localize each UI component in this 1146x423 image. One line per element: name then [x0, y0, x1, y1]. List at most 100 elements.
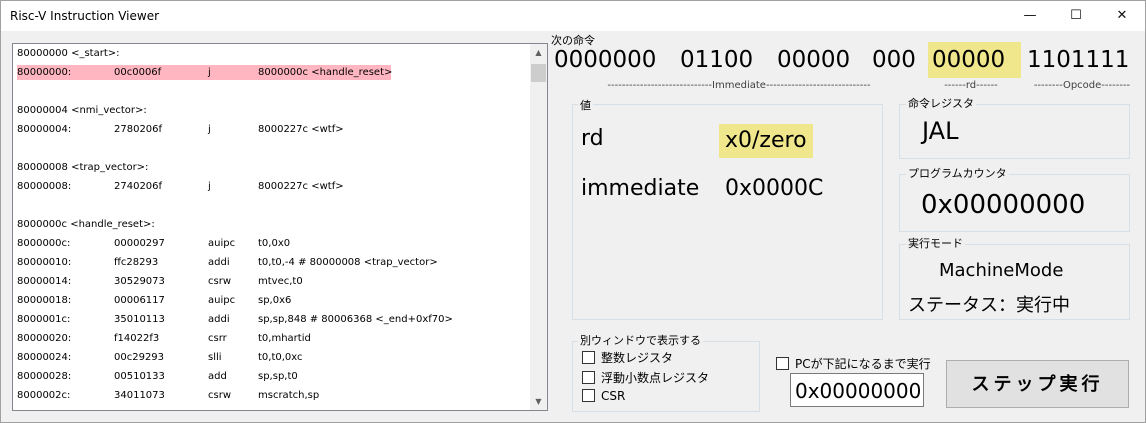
exec-mode-value: MachineMode [939, 260, 1064, 281]
hex-cell: 00510133 [114, 371, 165, 382]
bits-rs1: 00000 [777, 47, 851, 73]
checkbox-box[interactable] [582, 371, 595, 384]
mnemonic-cell: addi [208, 314, 230, 325]
symbol-label: 80000004 <nmi_vector>: [17, 105, 147, 116]
instruction-register-value: JAL [922, 117, 959, 145]
immediate-key: immediate [581, 176, 700, 201]
maximize-button[interactable]: ☐ [1053, 1, 1099, 31]
scroll-up-icon[interactable]: ▲ [530, 44, 547, 61]
mnemonic-cell: auipc [208, 295, 236, 306]
mnemonic-cell: j [208, 124, 211, 135]
operands-cell: 8000000c <handle_reset> [258, 67, 393, 78]
checkbox-box[interactable] [582, 389, 595, 402]
scroll-down-icon[interactable]: ▼ [530, 393, 547, 410]
mnemonic-cell: csrw [208, 276, 231, 287]
app-window: Risc-V Instruction Viewer — ☐ ✕ 80000000… [0, 0, 1146, 423]
minimize-button[interactable]: — [1007, 1, 1053, 31]
title-bar: Risc-V Instruction Viewer — ☐ ✕ [1, 1, 1145, 31]
address-cell: 80000014: [17, 276, 72, 287]
bits-rs2: 01100 [680, 47, 754, 73]
instruction-row[interactable]: 8000002c: 34011073 csrw mscratch,sp [13, 386, 530, 405]
operands-cell: t0,t0,0xc [258, 352, 303, 363]
operands-cell: sp,sp,t0 [258, 371, 298, 382]
instruction-row[interactable]: 80000014: 30529073 csrw mtvec,t0 [13, 272, 530, 291]
operands-cell: mtvec,t0 [258, 276, 303, 287]
csr-checkbox[interactable]: CSR [582, 389, 625, 403]
bits-rd: 00000 [928, 42, 1021, 78]
hex-cell: 00000297 [114, 238, 165, 249]
blank-row[interactable] [13, 139, 530, 158]
hex-cell: 30529073 [114, 276, 165, 287]
instruction-row[interactable]: 80000004: 2780206f j 8000227c <wtf> [13, 120, 530, 139]
hex-cell: 2780206f [114, 124, 163, 135]
label-row[interactable]: 80000008 <trap_vector>: [13, 158, 530, 177]
mnemonic-cell: slli [208, 352, 222, 363]
mnemonic-cell: j [208, 181, 211, 192]
instruction-row[interactable]: 80000000: 00c0006f j 8000000c <handle_reset… [13, 63, 530, 82]
blank-row[interactable] [13, 196, 530, 215]
address-cell: 80000020: [17, 333, 72, 344]
address-cell: 80000024: [17, 352, 72, 363]
run-until-pc-label: PCが下記になるまで実行 [795, 357, 931, 371]
float-register-label: 浮動小数点レジスタ [601, 371, 710, 385]
label-row[interactable]: 80000000 <_start>: [13, 44, 530, 63]
address-cell: 80000004: [17, 124, 72, 135]
mnemonic-cell: j [208, 67, 211, 78]
bits-funct3: 000 [872, 47, 916, 73]
label-row[interactable]: 8000000c <handle_reset>: [13, 215, 530, 234]
instruction-register-label: 命令レジスタ [906, 95, 976, 111]
instruction-row[interactable]: 8000000c: 00000297 auipc t0,0x0 [13, 234, 530, 253]
instruction-row[interactable]: 8000001c: 35010113 addi sp,sp,848 # 8000636… [13, 310, 530, 329]
float-register-checkbox[interactable]: 浮動小数点レジスタ [582, 369, 709, 386]
step-execute-button[interactable]: ステップ実行 [946, 360, 1129, 408]
checkbox-box[interactable] [776, 357, 789, 370]
run-until-pc-checkbox[interactable]: PCが下記になるまで実行 [776, 355, 931, 372]
instruction-row[interactable]: 80000018: 00006117 auipc sp,0x6 [13, 291, 530, 310]
blank-row[interactable] [13, 82, 530, 101]
close-button[interactable]: ✕ [1099, 1, 1145, 31]
address-cell: 80000000: [17, 67, 72, 78]
instruction-row[interactable]: 80000010: ffc28293 addi t0,t0,-4 # 80000008… [13, 253, 530, 272]
integer-register-checkbox[interactable]: 整数レジスタ [582, 349, 673, 366]
instruction-row[interactable]: 80000024: 00c29293 slli t0,t0,0xc [13, 348, 530, 367]
hex-cell: 35010113 [114, 314, 165, 325]
disassembly-rows: 80000000 <_start>: 80000000: 00c0006f j 8000… [13, 44, 530, 405]
address-cell: 8000000c: [17, 238, 71, 249]
address-cell: 80000018: [17, 295, 72, 306]
symbol-label: 8000000c <handle_reset>: [17, 219, 155, 230]
address-cell: 8000002c: [17, 390, 71, 401]
disassembly-list[interactable]: 80000000 <_start>: 80000000: 00c0006f j 8000… [12, 43, 548, 411]
field-immediate-label: -----------------------------Immediate--… [607, 80, 871, 91]
window-title: Risc-V Instruction Viewer [10, 9, 160, 23]
vertical-scrollbar[interactable]: ▲ ▼ [530, 44, 547, 410]
operands-cell: sp,0x6 [258, 295, 292, 306]
field-rd-label: ------rd------ [944, 80, 998, 91]
separate-window-label: 別ウィンドウで表示する [578, 332, 703, 348]
mnemonic-cell: add [208, 371, 227, 382]
mnemonic-cell: auipc [208, 238, 236, 249]
exec-mode-label: 実行モード [906, 235, 965, 251]
label-row[interactable]: 80000004 <nmi_vector>: [13, 101, 530, 120]
operands-cell: 8000227c <wtf> [258, 124, 344, 135]
hex-cell: 00006117 [114, 295, 165, 306]
hex-cell: 00c29293 [114, 352, 165, 363]
bits-opcode: 1101111 [1027, 47, 1130, 73]
integer-register-label: 整数レジスタ [601, 351, 674, 365]
hex-cell: 00c0006f [114, 67, 162, 78]
address-cell: 8000001c: [17, 314, 71, 325]
rd-value: x0/zero [719, 124, 813, 158]
operands-cell: t0,0x0 [258, 238, 291, 249]
csr-label: CSR [601, 389, 626, 403]
scroll-thumb[interactable] [531, 64, 546, 82]
values-group-label: 値 [578, 97, 593, 113]
address-cell: 80000008: [17, 181, 72, 192]
instruction-row[interactable]: 80000028: 00510133 add sp,sp,t0 [13, 367, 530, 386]
operands-cell: t0,mhartid [258, 333, 311, 344]
checkbox-box[interactable] [582, 351, 595, 364]
instruction-row[interactable]: 80000020: f14022f3 csrr t0,mhartid [13, 329, 530, 348]
instruction-row[interactable]: 80000008: 2740206f j 8000227c <wtf> [13, 177, 530, 196]
address-cell: 80000028: [17, 371, 72, 382]
field-opcode-label: --------Opcode-------- [1033, 80, 1131, 91]
target-pc-input[interactable]: 0x00000000 [790, 373, 924, 407]
address-cell: 80000010: [17, 257, 72, 268]
